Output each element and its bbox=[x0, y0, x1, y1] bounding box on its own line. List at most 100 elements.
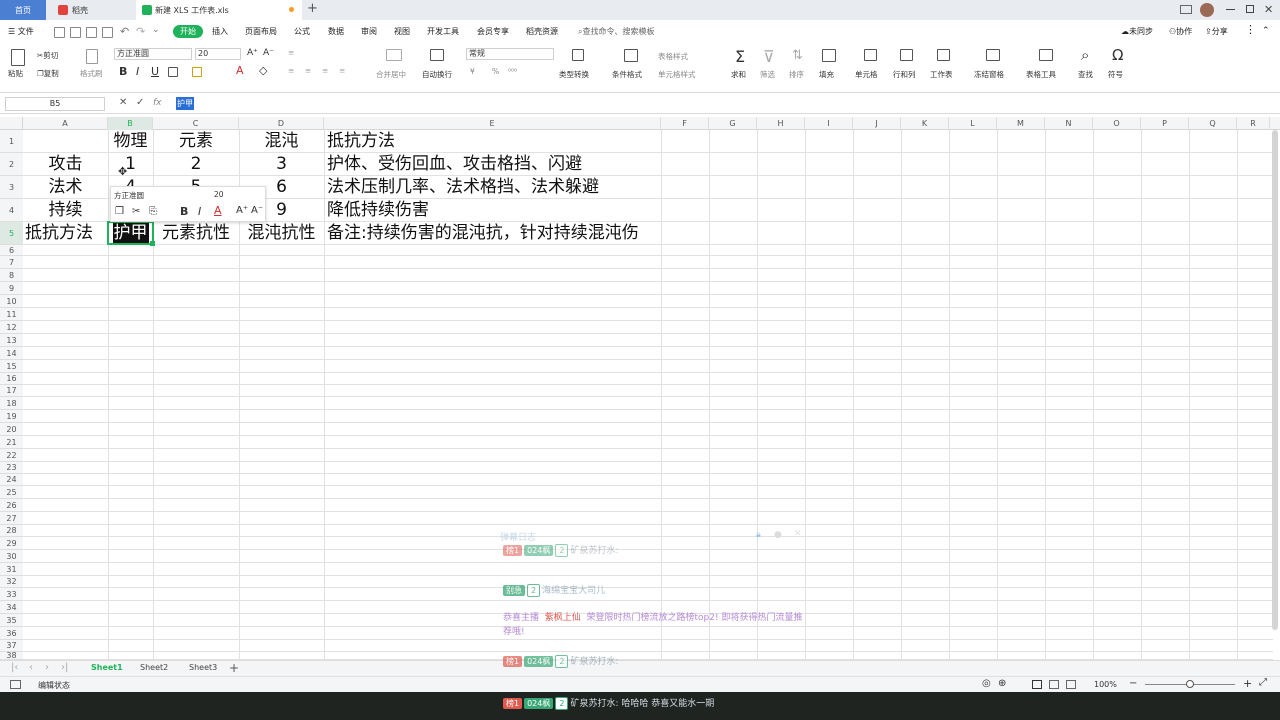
mini-bold-icon[interactable]: B bbox=[180, 205, 188, 218]
row-header-9[interactable]: 9 bbox=[0, 282, 23, 295]
copy-button[interactable]: ❐复制 bbox=[37, 68, 59, 79]
column-header-q[interactable]: Q bbox=[1189, 117, 1237, 130]
mini-font-color-icon[interactable]: A bbox=[214, 204, 222, 217]
share-button[interactable]: ⇪分享 bbox=[1205, 26, 1228, 37]
menu-formula[interactable]: 公式 bbox=[294, 26, 310, 37]
column-header-i[interactable]: I bbox=[805, 117, 853, 130]
name-box[interactable]: B5 bbox=[5, 97, 105, 111]
page-layout-view-icon[interactable] bbox=[1049, 680, 1059, 689]
wrap-button[interactable]: 自动换行 bbox=[422, 69, 452, 80]
row-header-21[interactable]: 21 bbox=[0, 436, 23, 449]
column-header-g[interactable]: G bbox=[709, 117, 757, 130]
sheet-tab-3[interactable]: Sheet3 bbox=[189, 663, 217, 672]
table-tools-icon[interactable] bbox=[1039, 49, 1053, 61]
row-header-5[interactable]: 5 bbox=[0, 222, 23, 245]
fill-icon[interactable] bbox=[822, 49, 836, 62]
menu-member[interactable]: 会员专享 bbox=[477, 26, 509, 37]
menu-docer-resources[interactable]: 稻壳资源 bbox=[526, 26, 558, 37]
cells-button[interactable]: 单元格 bbox=[855, 69, 878, 80]
row-header-38[interactable]: 38 bbox=[0, 652, 23, 660]
italic-icon[interactable]: I bbox=[136, 65, 139, 78]
close-icon[interactable]: ✕ bbox=[1264, 3, 1273, 16]
font-family-select[interactable]: 方正准圆 bbox=[114, 48, 192, 60]
align-top-icon[interactable]: ≡ bbox=[288, 48, 294, 57]
sheet-button[interactable]: 工作表 bbox=[930, 69, 953, 80]
menu-developer[interactable]: 开发工具 bbox=[427, 26, 459, 37]
align-center-icon[interactable]: ≡ bbox=[305, 66, 311, 75]
mini-cut-icon[interactable]: ✂ bbox=[132, 206, 140, 217]
format-painter-button[interactable]: 格式刷 bbox=[80, 68, 103, 79]
align-right-icon[interactable]: ≡ bbox=[322, 66, 328, 75]
column-header-j[interactable]: J bbox=[853, 117, 901, 130]
row-header-16[interactable]: 16 bbox=[0, 373, 23, 385]
tab-home[interactable]: 首页 bbox=[0, 0, 46, 20]
last-sheet-icon[interactable]: ›| bbox=[61, 662, 68, 673]
cell-e5[interactable]: 备注:持续伤害的混沌抗，针对持续混沌伤 bbox=[327, 222, 639, 245]
mini-grow-font-icon[interactable]: A⁺ bbox=[236, 205, 248, 216]
prev-sheet-icon[interactable]: ‹ bbox=[29, 662, 33, 673]
row-header-2[interactable]: 2 bbox=[0, 153, 23, 176]
zoom-slider-handle[interactable] bbox=[1186, 680, 1194, 688]
cell-e4[interactable]: 降低持续伤害 bbox=[327, 199, 429, 222]
clear-format-icon[interactable]: ◇ bbox=[259, 64, 267, 77]
cut-button[interactable]: ✂剪切 bbox=[37, 50, 58, 61]
new-tab-button[interactable]: + bbox=[307, 1, 318, 16]
row-header-8[interactable]: 8 bbox=[0, 269, 23, 282]
cell-a4[interactable]: 持续 bbox=[23, 199, 108, 222]
row-header-32[interactable]: 32 bbox=[0, 576, 23, 588]
sheet-icon[interactable] bbox=[937, 49, 950, 61]
mini-font-select[interactable]: 方正准圆 bbox=[114, 190, 206, 201]
find-icon[interactable]: ⌕ bbox=[1081, 46, 1089, 64]
cond-format-icon[interactable] bbox=[624, 49, 638, 62]
tab-docer[interactable]: 稻壳 bbox=[48, 0, 134, 20]
bold-icon[interactable]: B bbox=[119, 65, 127, 78]
number-format-select[interactable]: 常规 bbox=[466, 48, 554, 60]
row-header-24[interactable]: 24 bbox=[0, 474, 23, 486]
more-menu-icon[interactable]: ⋮ bbox=[1245, 23, 1256, 36]
fill-handle[interactable] bbox=[150, 241, 155, 246]
view-mode-icon[interactable]: ⊕ bbox=[998, 678, 1006, 689]
table-tools-button[interactable]: 表格工具 bbox=[1026, 69, 1056, 80]
symbol-icon[interactable]: Ω bbox=[1112, 46, 1123, 64]
menu-review[interactable]: 审阅 bbox=[361, 26, 377, 37]
row-header-15[interactable]: 15 bbox=[0, 360, 23, 373]
column-header-b[interactable]: B bbox=[108, 117, 153, 130]
column-header-l[interactable]: L bbox=[949, 117, 997, 130]
page-break-view-icon[interactable] bbox=[1066, 680, 1076, 689]
sheet-tab-1[interactable]: Sheet1 bbox=[91, 663, 123, 672]
currency-icon[interactable]: ¥ bbox=[470, 67, 475, 76]
zoom-level[interactable]: 100% bbox=[1094, 680, 1117, 689]
mini-paste-icon[interactable]: ⎘ bbox=[149, 206, 157, 217]
cell-c5[interactable]: 元素抗性 bbox=[153, 222, 239, 245]
cell-c1[interactable]: 元素 bbox=[153, 130, 239, 153]
redo-icon[interactable]: ↷ bbox=[136, 25, 145, 38]
menu-view[interactable]: 视图 bbox=[394, 26, 410, 37]
cell-d5[interactable]: 混沌抗性 bbox=[239, 222, 324, 245]
column-header-c[interactable]: C bbox=[153, 117, 239, 130]
align-left-icon[interactable]: ≡ bbox=[288, 66, 294, 75]
sum-icon[interactable]: Σ bbox=[735, 47, 745, 66]
sheet-tab-2[interactable]: Sheet2 bbox=[140, 663, 168, 672]
row-header-20[interactable]: 20 bbox=[0, 423, 23, 436]
freeze-button[interactable]: 冻结窗格 bbox=[974, 69, 1004, 80]
cell-b1[interactable]: 物理 bbox=[108, 130, 153, 153]
cell-e2[interactable]: 护体、受伤回血、攻击格挡、闪避 bbox=[327, 153, 582, 176]
command-search[interactable]: ⌕查找命令、搜索模板 bbox=[578, 26, 654, 37]
row-header-11[interactable]: 11 bbox=[0, 308, 23, 321]
row-header-28[interactable]: 28 bbox=[0, 525, 23, 537]
add-sheet-button[interactable]: + bbox=[229, 661, 239, 675]
macro-icon[interactable] bbox=[10, 680, 21, 689]
border-icon[interactable] bbox=[168, 67, 178, 77]
thousands-icon[interactable]: ⁰⁰⁰ bbox=[508, 67, 517, 76]
sort-icon[interactable]: ⇅ bbox=[792, 48, 803, 63]
fullscreen-icon[interactable]: ⤢ bbox=[1259, 677, 1267, 688]
freeze-icon[interactable] bbox=[986, 49, 1000, 61]
cell-a5[interactable]: 抵抗方法 bbox=[23, 222, 108, 245]
menu-data[interactable]: 数据 bbox=[328, 26, 344, 37]
undo-icon[interactable]: ↶ bbox=[120, 25, 129, 38]
select-all-corner[interactable] bbox=[0, 117, 23, 130]
row-header-17[interactable]: 17 bbox=[0, 385, 23, 397]
tab-document[interactable]: 新建 XLS 工作表.xls bbox=[136, 0, 302, 20]
column-header-f[interactable]: F bbox=[661, 117, 709, 130]
column-header-d[interactable]: D bbox=[239, 117, 324, 130]
